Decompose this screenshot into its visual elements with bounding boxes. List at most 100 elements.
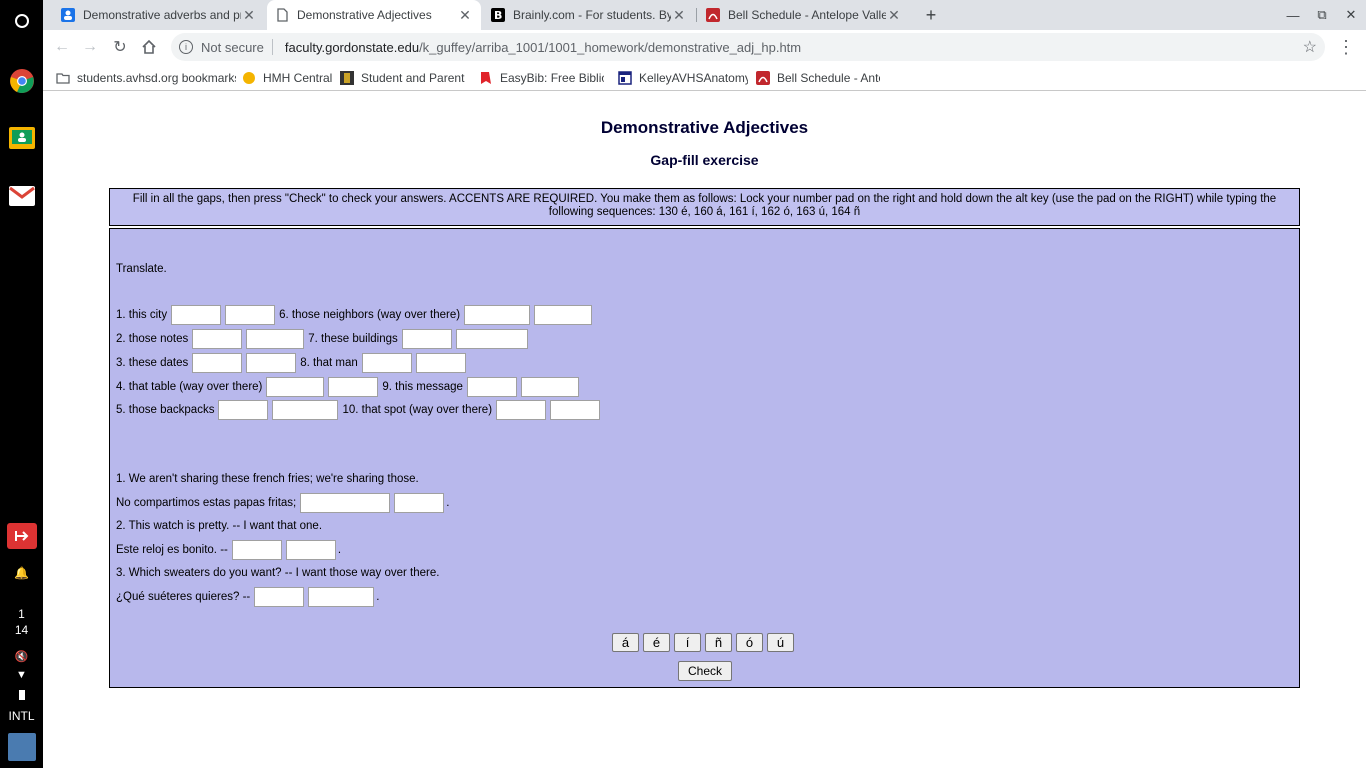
accent-i-button[interactable]: í: [674, 633, 701, 652]
chrome-app-button[interactable]: [0, 66, 43, 96]
answer-gap-9b[interactable]: [520, 377, 579, 397]
new-tab-button[interactable]: +: [917, 0, 945, 30]
bookmark-student-parent[interactable]: Student and Parent: [340, 68, 465, 88]
exercise-row: 3. these dates 8. that man: [116, 353, 468, 373]
answer-gap-3a[interactable]: [192, 353, 243, 373]
exercise-row: 1. this city 6. those neighbors (way ove…: [116, 305, 594, 325]
reload-button[interactable]: ↻: [109, 36, 131, 58]
notification-bell-icon[interactable]: 🔔: [0, 565, 43, 581]
sentence-gap-3b[interactable]: [308, 587, 375, 607]
close-icon[interactable]: ✕: [241, 7, 257, 24]
bookmark-bell-schedule[interactable]: Bell Schedule - Antel: [756, 68, 880, 88]
close-window-button[interactable]: ✕: [1337, 0, 1365, 30]
exercise-panel: Translate. 1. this city 6. those neighbo…: [109, 228, 1300, 688]
info-icon[interactable]: i: [179, 40, 193, 54]
sentence-gap-2b[interactable]: [285, 540, 336, 560]
answer-gap-8b[interactable]: [415, 353, 466, 373]
tab-demonstrative-adverbs[interactable]: Demonstrative adverbs and pronouns ✕: [53, 0, 265, 30]
sign-out-button[interactable]: [0, 522, 43, 550]
accent-a-button[interactable]: á: [612, 633, 639, 652]
bookmark-easybib[interactable]: EasyBib: Free Bibliog: [479, 68, 604, 88]
answer-gap-6b[interactable]: [534, 305, 593, 325]
gmail-app-button[interactable]: [0, 182, 43, 210]
gmail-icon: [8, 186, 35, 206]
classroom-app-button[interactable]: [0, 124, 43, 152]
bookmark-kelley-anatomy[interactable]: KelleyAVHSAnatomy: [618, 68, 748, 88]
bookmark-label: Bell Schedule - Antel: [777, 71, 880, 85]
close-icon[interactable]: ✕: [457, 7, 473, 24]
bookmark-label: EasyBib: Free Bibliog: [500, 71, 604, 85]
restore-icon: ⧉: [1317, 7, 1327, 22]
translate-label: Translate.: [116, 263, 167, 275]
user-avatar[interactable]: [0, 733, 43, 761]
bookmark-label: HMH Central: [263, 71, 333, 85]
item-prompt: 10. that spot (way over there): [342, 404, 493, 416]
answer-gap-7b[interactable]: [455, 329, 528, 349]
sentence-gap-3a[interactable]: [254, 587, 305, 607]
back-button[interactable]: ←: [51, 36, 73, 58]
tab-title: Brainly.com - For students. By students.: [513, 8, 671, 22]
launcher-icon: [14, 14, 29, 28]
minimize-icon: —: [1286, 7, 1300, 23]
bookmark-star-icon[interactable]: ☆: [1303, 37, 1317, 57]
close-icon[interactable]: ✕: [886, 7, 902, 24]
acrobat-icon: [706, 8, 720, 22]
bookmark-students-avhsd[interactable]: students.avhsd.org bookmarks: [56, 68, 236, 88]
answer-gap-10a[interactable]: [496, 400, 547, 420]
sites-icon: [618, 71, 632, 85]
item-prompt: 5. those backpacks: [116, 404, 215, 416]
tab-demonstrative-adjectives[interactable]: Demonstrative Adjectives ✕: [267, 0, 481, 30]
clock-minute[interactable]: 14: [0, 622, 43, 638]
answer-gap-4b[interactable]: [328, 377, 379, 397]
svg-text:B: B: [494, 9, 502, 22]
accent-e-button[interactable]: é: [643, 633, 670, 652]
answer-gap-10b[interactable]: [550, 400, 601, 420]
sentence-gap-2a[interactable]: [231, 540, 282, 560]
accent-o-button[interactable]: ó: [736, 633, 763, 652]
restore-button[interactable]: ⧉: [1308, 0, 1336, 30]
browser-menu-button[interactable]: ⋮: [1335, 36, 1357, 58]
answer-gap-3b[interactable]: [246, 353, 297, 373]
address-bar[interactable]: i Not secure faculty.gordonstate.edu /k_…: [171, 33, 1325, 61]
answer-gap-5b[interactable]: [272, 400, 339, 420]
answer-gap-6a[interactable]: [464, 305, 531, 325]
answer-gap-5a[interactable]: [218, 400, 269, 420]
sentence-period: .: [337, 544, 342, 556]
close-icon[interactable]: ✕: [671, 7, 687, 24]
instructions-box: Fill in all the gaps, then press "Check"…: [109, 188, 1300, 226]
minimize-button[interactable]: —: [1279, 0, 1307, 30]
answer-gap-2b[interactable]: [246, 329, 305, 349]
chrome-icon: [9, 69, 34, 93]
answer-gap-1b[interactable]: [225, 305, 276, 325]
answer-gap-4a[interactable]: [266, 377, 325, 397]
sentence-gap-1a[interactable]: [300, 493, 391, 513]
check-button[interactable]: Check: [678, 661, 732, 681]
sentence-english: 3. Which sweaters do you want? -- I want…: [116, 567, 440, 579]
clock-hour[interactable]: 1: [0, 606, 43, 622]
forward-button[interactable]: →: [79, 36, 101, 58]
exercise-row: 4. that table (way over there) 9. this m…: [116, 377, 581, 397]
answer-gap-8a[interactable]: [361, 353, 412, 373]
accent-n-button[interactable]: ñ: [705, 633, 732, 652]
ime-indicator[interactable]: INTL: [0, 708, 43, 724]
sentence-gap-1b[interactable]: [394, 493, 445, 513]
hmh-icon: [243, 72, 255, 84]
page-subtitle: Gap-fill exercise: [650, 152, 759, 168]
sentence-english: 2. This watch is pretty. -- I want that …: [116, 520, 323, 532]
answer-gap-7a[interactable]: [401, 329, 452, 349]
launcher-button[interactable]: [0, 10, 43, 32]
accent-u-button[interactable]: ú: [767, 633, 794, 652]
answer-gap-1a[interactable]: [171, 305, 222, 325]
bookmark-hmh-central[interactable]: HMH Central: [242, 68, 338, 88]
tab-brainly[interactable]: B Brainly.com - For students. By student…: [483, 0, 695, 30]
answer-gap-2a[interactable]: [192, 329, 243, 349]
browser-toolbar: ← → ↻ i Not secure faculty.gordonstate.e…: [43, 30, 1366, 64]
sentence-spanish: No compartimos estas papas fritas;: [116, 497, 297, 509]
home-button[interactable]: [138, 36, 160, 58]
answer-gap-9a[interactable]: [466, 377, 517, 397]
web-page: Demonstrative Adjectives Gap-fill exerci…: [43, 92, 1366, 768]
accent-keyboard: á é í ñ ó ú: [610, 633, 796, 652]
folder-icon: [56, 73, 70, 84]
item-prompt: 4. that table (way over there): [116, 381, 263, 393]
tab-bell-schedule[interactable]: Bell Schedule - Antelope Valley High ✕: [698, 0, 910, 30]
